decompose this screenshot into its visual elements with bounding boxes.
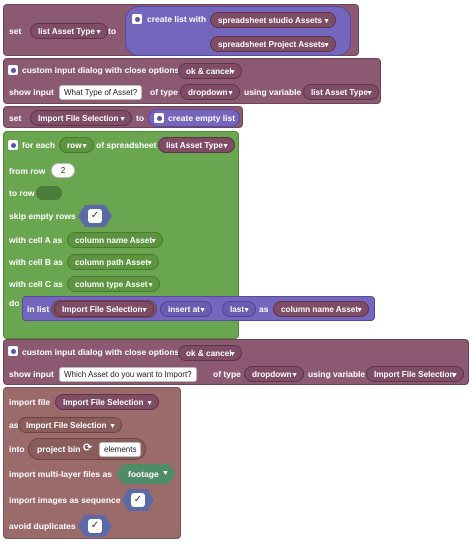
import-file-block[interactable]: import file Import File Selection ▼ as Im… — [3, 387, 181, 539]
multi-layer-value-block[interactable]: footage ▼ — [116, 464, 176, 484]
list-variable-dropdown[interactable]: Import File Selection ▼ — [54, 301, 154, 317]
spreadsheet-dropdown[interactable]: list Asset Type ▼ — [158, 137, 235, 153]
value-variable-dropdown[interactable]: column name Asset ▼ — [273, 301, 369, 317]
variable-dropdown[interactable]: Import File Selection ▼ — [30, 110, 132, 126]
show-input-label: show input — [9, 87, 54, 97]
list-item-2[interactable]: spreadsheet Project Assets ▼ — [210, 36, 336, 52]
from-row-label: from row — [9, 166, 46, 176]
list-insert-block[interactable]: in list Import File Selection ▼ insert at… — [22, 296, 375, 321]
variable-dropdown[interactable]: list Asset Type ▼ — [303, 84, 379, 100]
gear-icon[interactable] — [132, 14, 142, 24]
dialog-title: custom input dialog with close options — [22, 65, 180, 75]
skip-empty-toggle[interactable]: ✓ — [78, 205, 112, 227]
position-dropdown[interactable]: last ▼ — [222, 301, 256, 317]
cell-a-dropdown[interactable]: column name Asset ▼ — [67, 232, 163, 248]
prompt-text-field[interactable]: Which Asset do you want to Import? — [59, 367, 197, 382]
project-bin-block[interactable]: project bin ⟳ elements — [28, 438, 146, 460]
show-input-label: show input — [9, 369, 54, 379]
custom-input-dialog-block[interactable]: custom input dialog with close options o… — [3, 58, 381, 104]
variable-dropdown[interactable]: Import File Selection ▼ — [366, 366, 464, 382]
create-empty-list-block[interactable]: create empty list — [148, 109, 240, 127]
multi-layer-value: footage — [128, 469, 159, 479]
into-label: into — [9, 444, 25, 454]
using-variable-label: using variable — [308, 369, 366, 379]
import-file-label: import file — [9, 397, 51, 407]
file-variable-dropdown[interactable]: Import File Selection ▼ — [55, 394, 159, 410]
chevron-down-icon: ▼ — [162, 470, 169, 477]
insert-mode-dropdown[interactable]: insert at ▼ — [160, 301, 212, 317]
create-list-block[interactable]: create list with spreadsheet studio Asse… — [125, 6, 351, 56]
set-label: set — [9, 26, 22, 36]
cell-a-label: with cell A as — [9, 235, 63, 245]
gear-icon[interactable] — [8, 346, 18, 356]
from-row-input[interactable]: 2 — [51, 163, 75, 178]
list-item-1[interactable]: spreadsheet studio Assets ▼ — [210, 12, 336, 28]
do-label: do — [9, 298, 20, 308]
project-bin-label: project bin — [37, 444, 81, 454]
gear-icon[interactable] — [154, 113, 164, 123]
of-type-label: of type — [213, 369, 241, 379]
skip-empty-label: skip empty rows — [9, 211, 76, 221]
cell-c-dropdown[interactable]: column type Asset ▼ — [67, 276, 160, 292]
create-empty-list-label: create empty list — [168, 113, 236, 123]
sequence-label: import images as sequence — [9, 495, 121, 505]
bin-name-field[interactable]: elements — [99, 442, 142, 457]
in-list-label: in list — [27, 304, 50, 314]
variable-dropdown[interactable]: list Asset Type ▼ — [30, 23, 108, 39]
of-spreadsheet-label: of spreadsheet — [96, 140, 157, 150]
chevron-down-icon: ▼ — [95, 29, 102, 36]
to-label: to — [136, 113, 145, 123]
to-row-label: to row — [9, 188, 35, 198]
sequence-toggle[interactable]: ✓ — [122, 489, 154, 511]
prompt-text-field[interactable]: What Type of Asset? — [59, 85, 143, 100]
row-dropdown[interactable]: row ▼ — [59, 137, 94, 153]
dialog-title: custom input dialog with close options — [22, 347, 180, 357]
to-row-input-empty[interactable] — [36, 186, 62, 200]
set-label: set — [9, 113, 22, 123]
create-list-label: create list with — [147, 14, 207, 24]
avoid-duplicates-toggle[interactable]: ✓ — [78, 515, 112, 537]
cell-b-label: with cell B as — [9, 257, 63, 267]
cell-c-label: with cell C as — [9, 279, 63, 289]
custom-input-dialog-block[interactable]: custom input dialog with close options o… — [3, 339, 469, 385]
multi-layer-label: import multi-layer files as — [9, 469, 112, 479]
refresh-icon[interactable]: ⟳ — [83, 442, 92, 454]
avoid-duplicates-label: avoid duplicates — [9, 521, 76, 531]
for-each-label: for each — [22, 140, 56, 150]
as-variable-dropdown[interactable]: Import File Selection ▼ — [18, 417, 122, 433]
to-label: to — [108, 26, 117, 36]
input-type-dropdown[interactable]: dropdown ▼ — [180, 84, 240, 100]
input-type-dropdown[interactable]: dropdown ▼ — [244, 366, 304, 382]
gear-icon[interactable] — [8, 65, 18, 75]
close-options-dropdown[interactable]: ok & cancel ▼ — [178, 345, 242, 361]
set-variable-block[interactable]: set list Asset Type ▼ to create list with… — [3, 4, 359, 56]
of-type-label: of type — [150, 87, 178, 97]
gear-icon[interactable] — [8, 140, 18, 150]
set-variable-block[interactable]: set Import File Selection ▼ to create emp… — [3, 106, 243, 128]
close-options-dropdown[interactable]: ok & cancel ▼ — [178, 63, 242, 79]
cell-b-dropdown[interactable]: column path Asset ▼ — [67, 254, 159, 270]
using-variable-label: using variable — [244, 87, 302, 97]
as-label: as — [259, 304, 269, 314]
checkmark-icon: ✓ — [131, 493, 145, 507]
checkmark-icon: ✓ — [88, 519, 102, 533]
checkmark-icon: ✓ — [88, 209, 102, 223]
